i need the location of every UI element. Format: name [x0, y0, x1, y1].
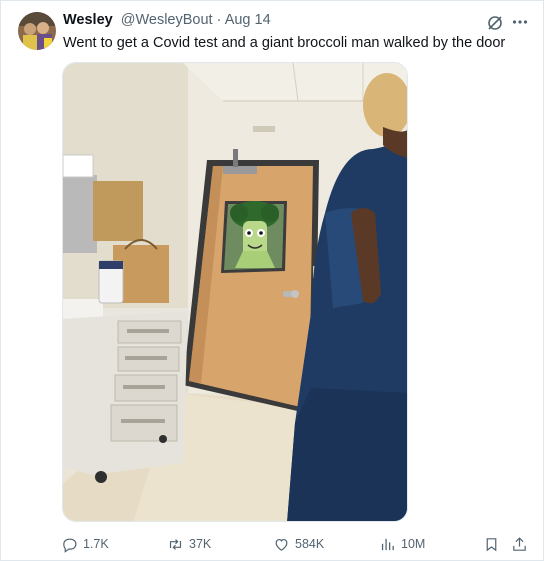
views-button[interactable]: 10M — [379, 531, 425, 557]
views-chart-icon — [381, 538, 394, 550]
tweet-date[interactable]: Aug 14 — [225, 12, 271, 28]
author-handle[interactable]: @WesleyBout — [121, 12, 213, 28]
separator-dot: · — [216, 12, 222, 28]
more-icon[interactable] — [511, 13, 529, 31]
tweet-header: Wesley @WesleyBout · Aug 14 — [63, 12, 271, 28]
tweet-text: Went to get a Covid test and a giant bro… — [63, 35, 506, 51]
share-button[interactable] — [511, 531, 528, 557]
bookmark-button[interactable] — [483, 531, 500, 557]
reply-button[interactable]: 1.7K — [61, 531, 109, 557]
retweet-count: 37K — [189, 537, 212, 551]
tweet-photo[interactable] — [62, 62, 408, 522]
like-count: 584K — [295, 537, 325, 551]
share-icon — [513, 536, 526, 551]
retweet-button[interactable]: 37K — [167, 531, 211, 557]
tweet-card[interactable]: Wesley @WesleyBout · Aug 14 Went to get … — [0, 0, 544, 561]
like-button[interactable]: 584K — [273, 531, 324, 557]
author-name[interactable]: Wesley — [63, 12, 113, 28]
reply-icon — [63, 538, 77, 553]
reply-count: 1.7K — [83, 537, 109, 551]
avatar[interactable] — [18, 12, 56, 50]
tweet-actions: 1.7K 37K 584K 10M — [1, 531, 544, 557]
grok-icon[interactable] — [486, 14, 504, 32]
views-count: 10M — [401, 537, 426, 551]
heart-icon — [275, 538, 288, 551]
retweet-icon — [169, 538, 182, 550]
bookmark-icon — [486, 537, 497, 551]
